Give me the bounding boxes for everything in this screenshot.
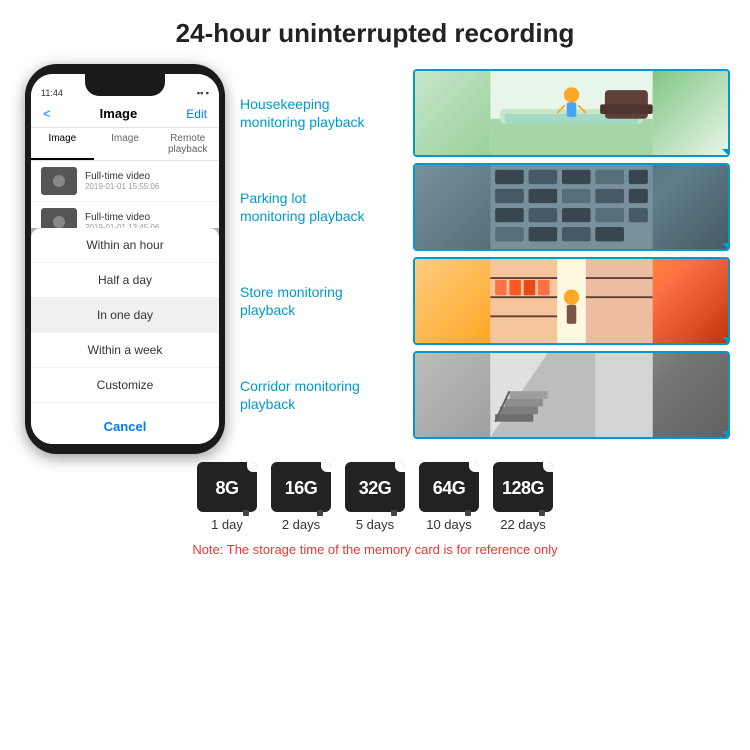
storage-days-128g: 22 days (500, 517, 546, 532)
list-item[interactable]: Full-time video 2019-01-01 15:55:06 (31, 161, 219, 202)
photo-store-image (415, 259, 728, 343)
sd-label-32g: 32G (359, 478, 392, 499)
storage-cards: 8G 1 day 16G 2 days 32G 5 days 64G 10 da… (197, 462, 553, 532)
photo-arrow-1 (722, 149, 730, 157)
sd-card-16g: 16G (271, 462, 331, 512)
video-thumb (41, 167, 77, 195)
photo-playroom-image (415, 71, 728, 155)
storage-card-64g: 64G 10 days (419, 462, 479, 532)
phone-notch (85, 74, 165, 96)
dropdown-overlay: Within an hour Half a day In one day Wit… (31, 228, 219, 444)
phone-tabs: Image Image Remote playback (31, 128, 219, 161)
nav-title: Image (100, 106, 138, 121)
monitor-photo-corridor (413, 351, 730, 439)
monitor-photo-parking (413, 163, 730, 251)
photo-arrow-2 (722, 243, 730, 251)
phone-icons: ▪▪ ▪ (197, 88, 209, 98)
monitor-label-parking: Parking lotmonitoring playback (240, 189, 405, 225)
storage-card-32g: 32G 5 days (345, 462, 405, 532)
monitor-photo-housekeeping (413, 69, 730, 157)
sd-notch (395, 462, 405, 472)
monitor-row-1: Housekeepingmonitoring playback (240, 69, 730, 157)
monitor-row-3: Store monitoringplayback (240, 257, 730, 345)
dropdown-item-within-week[interactable]: Within a week (31, 333, 219, 368)
sd-card-8g: 8G (197, 462, 257, 512)
video-title: Full-time video (85, 171, 209, 182)
page-header: 24-hour uninterrupted recording (0, 0, 750, 59)
sd-label-64g: 64G (433, 478, 466, 499)
photo-arrow-4 (722, 431, 730, 439)
phone-screen: 11:44 ▪▪ ▪ < Image Edit Image Image Remo… (31, 74, 219, 444)
photo-corridor-image (415, 353, 728, 437)
monitor-label-housekeeping: Housekeepingmonitoring playback (240, 95, 405, 131)
dropdown-item-one-day[interactable]: In one day (31, 298, 219, 333)
sd-notch (469, 462, 479, 472)
photo-arrow-3 (722, 337, 730, 345)
nav-back[interactable]: < (43, 106, 51, 121)
monitor-row-2: Parking lotmonitoring playback (240, 163, 730, 251)
monitor-label-corridor: Corridor monitoringplayback (240, 377, 405, 413)
video-title: Full-time video (85, 212, 209, 223)
phone-nav-bar: < Image Edit (31, 100, 219, 128)
tab-remote[interactable]: Remote playback (156, 128, 219, 160)
sd-label-8g: 8G (215, 478, 238, 499)
storage-card-16g: 16G 2 days (271, 462, 331, 532)
monitor-row-4: Corridor monitoringplayback (240, 351, 730, 439)
dropdown-menu: Within an hour Half a day In one day Wit… (31, 228, 219, 444)
storage-days-16g: 2 days (282, 517, 320, 532)
right-panel: Housekeepingmonitoring playback (240, 64, 730, 454)
phone-time: 11:44 (41, 88, 63, 98)
sd-notch (321, 462, 331, 472)
sd-card-64g: 64G (419, 462, 479, 512)
storage-section: 8G 1 day 16G 2 days 32G 5 days 64G 10 da… (0, 462, 750, 557)
dropdown-item-half-day[interactable]: Half a day (31, 263, 219, 298)
photo-parking-image (415, 165, 728, 249)
storage-days-32g: 5 days (356, 517, 394, 532)
tab-image2[interactable]: Image (94, 128, 157, 160)
sd-label-128g: 128G (502, 478, 544, 499)
video-date: 2019-01-01 15:55:06 (85, 182, 209, 191)
dropdown-item-within-hour[interactable]: Within an hour (31, 228, 219, 263)
sd-card-128g: 128G (493, 462, 553, 512)
storage-card-8g: 8G 1 day (197, 462, 257, 532)
sd-card-32g: 32G (345, 462, 405, 512)
sd-notch (543, 462, 553, 472)
main-content: 11:44 ▪▪ ▪ < Image Edit Image Image Remo… (0, 64, 750, 454)
tab-image[interactable]: Image (31, 128, 94, 160)
storage-days-64g: 10 days (426, 517, 472, 532)
dropdown-cancel[interactable]: Cancel (31, 409, 219, 444)
phone-mockup: 11:44 ▪▪ ▪ < Image Edit Image Image Remo… (20, 64, 230, 454)
page-title: 24-hour uninterrupted recording (0, 18, 750, 49)
monitor-photo-store (413, 257, 730, 345)
storage-card-128g: 128G 22 days (493, 462, 553, 532)
phone-outer: 11:44 ▪▪ ▪ < Image Edit Image Image Remo… (25, 64, 225, 454)
storage-days-8g: 1 day (211, 517, 243, 532)
dropdown-item-customize[interactable]: Customize (31, 368, 219, 403)
nav-edit[interactable]: Edit (186, 107, 207, 121)
video-info: Full-time video 2019-01-01 15:55:06 (85, 171, 209, 191)
storage-note: Note: The storage time of the memory car… (192, 542, 557, 557)
sd-notch (247, 462, 257, 472)
monitor-label-store: Store monitoringplayback (240, 283, 405, 319)
sd-label-16g: 16G (285, 478, 318, 499)
